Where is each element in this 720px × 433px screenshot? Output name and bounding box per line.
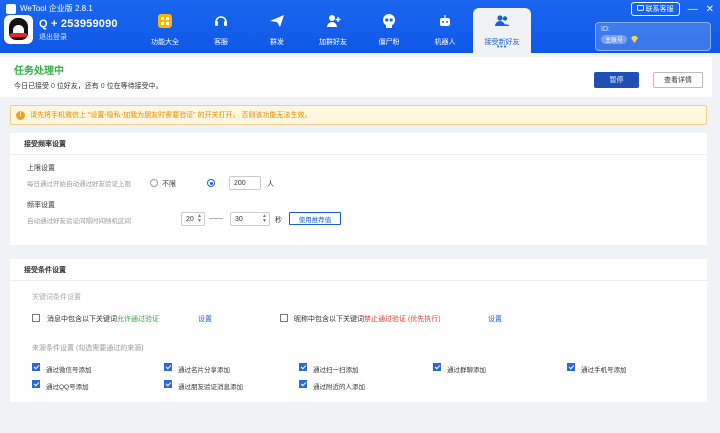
stepper-icon[interactable]: ▲ ▼ <box>197 214 202 224</box>
nav-item-zombie[interactable]: 僵尸粉 <box>361 8 417 53</box>
keyword-allow-settings-link[interactable]: 设置 <box>198 314 212 324</box>
warning-banner: ! 请先将手机微信上 "设置-隐私-加我为朋友时需要验证" 的开关打开， 否则该… <box>10 105 707 125</box>
interval-unit: 秒 <box>275 217 282 224</box>
chat-icon <box>636 5 644 11</box>
pause-button[interactable]: 暂停 <box>594 72 639 88</box>
username: Q + 253959090 <box>39 17 118 30</box>
app-logo-icon <box>6 3 16 14</box>
source-title: 来源条件设置 (勾选需要通过的来源) <box>32 345 144 352</box>
keyword-allow-label: 消息中包含以下关键词允许通过验证 <box>47 316 159 323</box>
interval-min-input[interactable]: 20 ▲ ▼ <box>181 212 205 226</box>
nav-label: 功能大全 <box>151 39 179 46</box>
nav-item-broadcast[interactable]: 群发 <box>249 8 305 53</box>
limit-input[interactable]: 200 <box>229 176 261 190</box>
diamond-icon <box>631 36 639 43</box>
accepted-count: 0 <box>50 83 55 90</box>
window-controls: 联系客服 — ✕ <box>630 2 714 16</box>
nav-label: 加群好友 <box>319 39 347 46</box>
interval-title: 频率设置 <box>27 202 55 209</box>
stepper-icon[interactable]: ▲ ▼ <box>262 214 267 224</box>
warning-icon: ! <box>16 110 25 120</box>
nav-label: 客服 <box>214 39 228 46</box>
main-nav: 功能大全 客服 群发 加群好友 僵尸粉 机器人 接受新好友 ••• <box>137 8 531 53</box>
id-label: ID: <box>601 26 610 33</box>
frequency-header: 接受频率设置 <box>10 133 707 155</box>
account-badge: 主账号 <box>601 35 628 44</box>
use-recommended-button[interactable]: 使用推荐值 <box>289 212 341 225</box>
status-panel: 任务处理中 今日已接受 0 位好友，还有 0 位在等待接受中。 暂停 查看详情 <box>0 57 712 97</box>
nav-item-service[interactable]: 客服 <box>193 8 249 53</box>
frequency-settings-card: 接受频率设置 上限设置 每日通过开始自动通过好友验证上限 不限 200 人 频率… <box>10 133 707 245</box>
grid-icon <box>157 11 173 31</box>
source-card-share-checkbox[interactable] <box>164 363 172 371</box>
minimize-icon[interactable]: — <box>688 4 698 15</box>
status-summary: 今日已接受 0 位好友，还有 0 位在等待接受中。 <box>14 83 163 90</box>
keyword-deny-checkbox[interactable] <box>280 314 288 322</box>
nav-item-features[interactable]: 功能大全 <box>137 8 193 53</box>
unlimited-label: 不限 <box>162 181 176 188</box>
add-user-icon <box>325 11 341 31</box>
nav-item-accept-friends[interactable]: 接受新好友 ••• <box>473 8 531 53</box>
logout-link[interactable]: 退出登录 <box>39 32 118 42</box>
avatar[interactable] <box>4 15 33 44</box>
condition-header: 接受条件设置 <box>10 259 707 281</box>
unlimited-radio[interactable] <box>150 179 158 187</box>
source-label: 通过微信号添加 <box>46 367 92 374</box>
source-qq-checkbox[interactable] <box>32 380 40 388</box>
robot-icon <box>437 11 453 31</box>
account-card[interactable]: ID: 主账号 <box>595 22 711 51</box>
source-nearby-checkbox[interactable] <box>299 380 307 388</box>
source-label: 通过附近的人添加 <box>313 384 365 391</box>
skull-icon <box>381 11 397 31</box>
source-label: 通过朋友验证消息添加 <box>178 384 243 391</box>
keyword-deny-label: 昵称中包含以下关键词禁止通过验证 (优先执行) <box>294 316 441 323</box>
users-icon <box>494 11 510 31</box>
keyword-allow-checkbox[interactable] <box>32 314 40 322</box>
source-scan-checkbox[interactable] <box>299 363 307 371</box>
limit-radio[interactable] <box>207 179 215 187</box>
limit-unit: 人 <box>267 181 274 188</box>
warning-text: 请先将手机微信上 "设置-隐私-加我为朋友时需要验证" 的开关打开， 否则该功能… <box>30 112 312 119</box>
interval-description: 自动通过好友验证间隔时间随机区间 <box>27 218 131 225</box>
status-title: 任务处理中 <box>14 66 64 77</box>
close-icon[interactable]: ✕ <box>706 4 714 15</box>
view-details-button[interactable]: 查看详情 <box>653 72 703 88</box>
main-content: 任务处理中 今日已接受 0 位好友，还有 0 位在等待接受中。 暂停 查看详情 … <box>0 53 720 433</box>
source-label: 通过群聊添加 <box>447 367 486 374</box>
send-icon <box>269 11 285 31</box>
source-friend-verify-checkbox[interactable] <box>164 380 172 388</box>
feedback-button[interactable]: 联系客服 <box>630 2 680 16</box>
nav-label: 僵尸粉 <box>378 39 400 46</box>
limit-title: 上限设置 <box>27 165 55 172</box>
source-phone-checkbox[interactable] <box>567 363 575 371</box>
source-wechat-id-checkbox[interactable] <box>32 363 40 371</box>
nav-item-add-friends[interactable]: 加群好友 <box>305 8 361 53</box>
feedback-label: 联系客服 <box>645 6 674 13</box>
source-group-chat-checkbox[interactable] <box>433 363 441 371</box>
top-bar: WeTool 企业版 2.8.1 Q + 253959090 退出登录 功能大全… <box>0 0 720 53</box>
condition-settings-card: 接受条件设置 关键词条件设置 消息中包含以下关键词允许通过验证 设置 昵称中包含… <box>10 259 707 402</box>
source-label: 通过QQ号添加 <box>46 384 89 391</box>
source-label: 通过扫一扫添加 <box>313 367 359 374</box>
more-icon: ••• <box>496 44 508 51</box>
keyword-title: 关键词条件设置 <box>32 294 81 301</box>
app-title: WeTool 企业版 2.8.1 <box>20 4 93 13</box>
source-label: 通过手机号添加 <box>581 367 627 374</box>
title-bar: WeTool 企业版 2.8.1 <box>6 3 93 14</box>
headset-icon <box>213 11 229 31</box>
profile[interactable]: Q + 253959090 退出登录 <box>4 15 118 44</box>
waiting-count: 0 <box>100 83 105 90</box>
nav-item-robot[interactable]: 机器人 <box>417 8 473 53</box>
nav-label: 群发 <box>270 39 284 46</box>
range-dash: —— <box>209 215 223 222</box>
limit-description: 每日通过开始自动通过好友验证上限 <box>27 181 131 188</box>
nav-label: 机器人 <box>434 39 456 46</box>
keyword-deny-settings-link[interactable]: 设置 <box>488 314 502 324</box>
source-label: 通过名片分享添加 <box>178 367 230 374</box>
interval-max-input[interactable]: 30 ▲ ▼ <box>230 212 270 226</box>
